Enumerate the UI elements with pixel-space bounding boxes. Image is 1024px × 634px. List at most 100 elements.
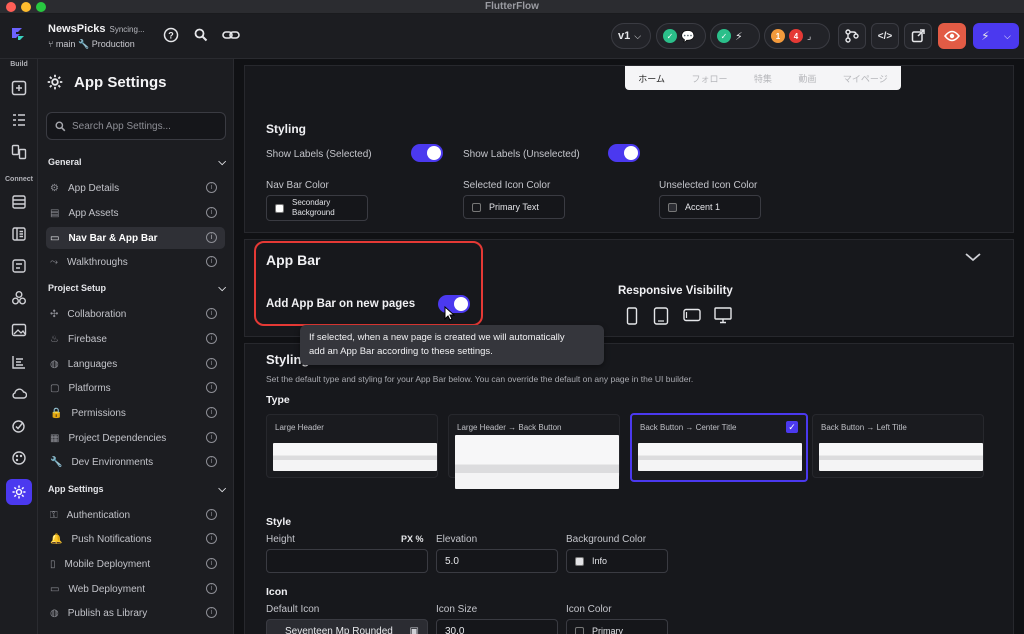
sidebar-item-collaboration[interactable]: ✣ Collaboration i: [46, 303, 225, 325]
icon-size-input[interactable]: 30.0: [436, 619, 558, 634]
sidebar-item-push-notifications[interactable]: 🔔 Push Notifications i: [46, 528, 225, 550]
tablet-landscape-icon[interactable]: [683, 308, 701, 325]
check-circle-icon: ✓: [717, 29, 731, 43]
sidebar-item-walkthroughs[interactable]: ⤳ Walkthroughs i: [46, 251, 225, 273]
nav-styling-heading: Styling: [266, 122, 307, 136]
info-icon[interactable]: i: [206, 232, 217, 243]
link-icon[interactable]: [220, 24, 242, 46]
app-state-icon[interactable]: [6, 253, 32, 279]
sidebar-item-firebase[interactable]: ♨ Firebase i: [46, 328, 225, 350]
icon-color-field[interactable]: Primary: [566, 619, 668, 634]
info-icon[interactable]: i: [206, 432, 217, 443]
sidebar-item-permissions[interactable]: 🔒 Permissions i: [46, 402, 225, 424]
settings-search[interactable]: [46, 112, 226, 140]
test-mode-button[interactable]: ✓ 💬: [656, 23, 706, 49]
preview-button[interactable]: [938, 23, 966, 49]
add-widget-icon[interactable]: [6, 75, 32, 101]
branch-graph-button[interactable]: [838, 23, 866, 49]
sidebar-item-app-assets[interactable]: ▤ App Assets i: [46, 202, 225, 224]
nav-item-label: Walkthroughs: [67, 256, 128, 268]
testing-icon[interactable]: [6, 413, 32, 439]
code-view-button[interactable]: </>: [871, 23, 899, 49]
environment-icon: 🔧: [77, 39, 90, 49]
project-name[interactable]: NewsPicks Syncing...: [48, 23, 145, 35]
sidebar-item-authentication[interactable]: ⚿ Authentication i: [46, 504, 225, 526]
custom-code-icon[interactable]: [6, 349, 32, 375]
sidebar-item-publish-as-library[interactable]: ◍ Publish as Library i: [46, 602, 225, 624]
sidebar-item-platforms[interactable]: ▢ Platforms i: [46, 377, 225, 399]
phone-icon[interactable]: [626, 307, 638, 328]
info-icon[interactable]: i: [206, 533, 217, 544]
sidebar-item-app-details[interactable]: ⚙ App Details i: [46, 177, 225, 199]
default-icon-picker[interactable]: Seventeen Mp Rounded ▣: [266, 619, 428, 634]
tooltip-line: If selected, when a new page is created …: [309, 332, 565, 343]
selected-icon-color-field[interactable]: Primary Text: [463, 195, 565, 219]
loading-icon: ⌟: [807, 30, 812, 41]
show-labels-unselected-toggle[interactable]: [608, 144, 640, 162]
wrench-icon: 🔧: [50, 456, 63, 468]
branch-info[interactable]: ⑂ main 🔧 Production: [48, 39, 135, 50]
elevation-input[interactable]: 5.0: [436, 549, 558, 573]
info-icon[interactable]: i: [206, 607, 217, 618]
group-app-settings[interactable]: App Settings ⌵: [48, 481, 226, 497]
widget-tree-icon[interactable]: [6, 107, 32, 133]
sidebar-item-languages[interactable]: ◍ Languages i: [46, 353, 225, 375]
search-icon[interactable]: [190, 24, 212, 46]
sidebar-item-nav-bar-app-bar[interactable]: ▭ Nav Bar & App Bar i: [46, 227, 225, 249]
info-icon[interactable]: i: [206, 256, 217, 267]
data-types-icon[interactable]: [6, 221, 32, 247]
height-input[interactable]: [266, 549, 428, 573]
sidebar-item-dev-environments[interactable]: 🔧 Dev Environments i: [46, 451, 225, 473]
info-icon[interactable]: i: [206, 456, 217, 467]
group-project-setup[interactable]: Project Setup ⌵: [48, 280, 226, 296]
background-color-field[interactable]: Info: [566, 549, 668, 573]
sidebar-item-mobile-deployment[interactable]: ▯ Mobile Deployment i: [46, 553, 225, 575]
integrations-icon[interactable]: [6, 285, 32, 311]
sidebar-item-project-dependencies[interactable]: ▦ Project Dependencies i: [46, 427, 225, 449]
info-icon[interactable]: i: [206, 558, 217, 569]
unselected-icon-color-field[interactable]: Accent 1: [659, 195, 761, 219]
cloud-functions-icon[interactable]: [6, 381, 32, 407]
chevron-down-icon[interactable]: [964, 252, 982, 265]
nav-bar-color-field[interactable]: Secondary Background: [266, 195, 368, 221]
info-icon[interactable]: i: [206, 509, 217, 520]
firestore-icon[interactable]: [6, 189, 32, 215]
storyboard-icon[interactable]: [6, 139, 32, 165]
media-assets-icon[interactable]: [6, 317, 32, 343]
theme-icon[interactable]: [6, 445, 32, 471]
run-button[interactable]: ⚡ ⌵: [973, 23, 1019, 49]
version-selector[interactable]: v1 ⌵: [611, 23, 651, 49]
show-labels-selected-toggle[interactable]: [411, 144, 443, 162]
run-mode-button[interactable]: ✓ ⚡: [710, 23, 760, 49]
settings-gear-icon[interactable]: [6, 479, 32, 505]
type-option-large-header[interactable]: Large Header: [266, 414, 438, 478]
sidebar-item-web-deployment[interactable]: ▭ Web Deployment i: [46, 578, 225, 600]
desktop-icon[interactable]: [714, 307, 732, 327]
nav-item-label: Firebase: [67, 333, 107, 345]
info-icon[interactable]: i: [206, 207, 217, 218]
group-general[interactable]: General ⌵: [48, 154, 226, 170]
info-icon[interactable]: i: [206, 308, 217, 319]
info-icon[interactable]: i: [206, 407, 217, 418]
type-option-large-header-back-button[interactable]: Large Header → Back Button: [448, 414, 620, 489]
info-icon[interactable]: i: [206, 382, 217, 393]
help-icon[interactable]: ?: [160, 24, 182, 46]
nav-item-label: Collaboration: [67, 308, 127, 320]
issues-button[interactable]: 1 4 ⌟: [764, 23, 830, 49]
default-icon-value: Seventeen Mp Rounded: [285, 625, 393, 634]
route-icon: ⤳: [50, 256, 58, 268]
flutterflow-logo-icon[interactable]: [8, 24, 30, 46]
info-icon[interactable]: i: [206, 358, 217, 369]
group-label: App Settings: [48, 484, 104, 494]
icon-color-value: Primary: [592, 626, 623, 634]
type-option-back-button-center-title[interactable]: Back Button → Center Title ✓: [630, 413, 808, 482]
open-external-button[interactable]: [904, 23, 932, 49]
search-input[interactable]: [72, 120, 222, 132]
info-icon[interactable]: i: [206, 182, 217, 193]
tablet-icon[interactable]: [653, 307, 669, 328]
height-units-toggle[interactable]: PX %: [401, 534, 424, 544]
nav-item-label: Project Dependencies: [68, 432, 167, 444]
info-icon[interactable]: i: [206, 583, 217, 594]
type-option-back-button-left-title[interactable]: Back Button → Left Title: [812, 414, 984, 478]
info-icon[interactable]: i: [206, 333, 217, 344]
